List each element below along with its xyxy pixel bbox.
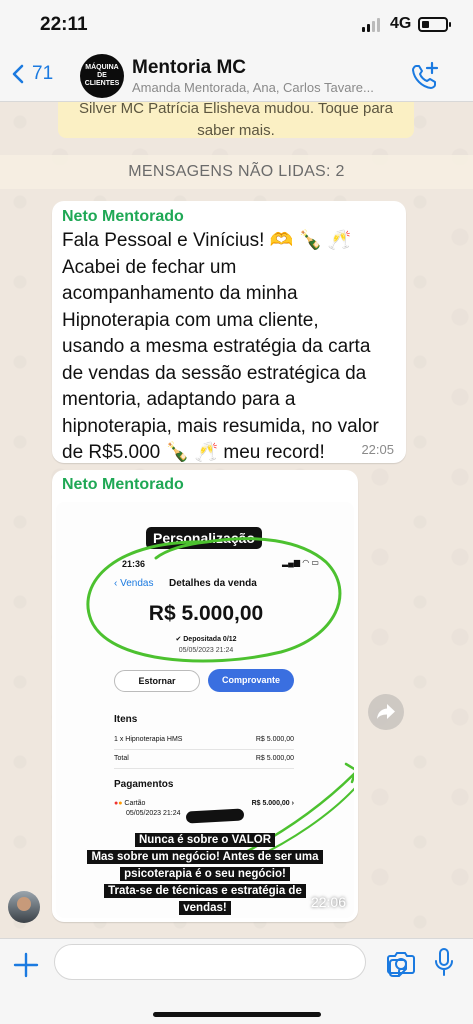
items-title: Itens bbox=[114, 714, 138, 725]
image-caption: Mas sobre um negócio! Antes de ser uma bbox=[56, 847, 354, 865]
sender-avatar[interactable] bbox=[8, 891, 40, 923]
image-caption: vendas! bbox=[56, 898, 354, 916]
signal-icon bbox=[362, 18, 380, 32]
chevron-left-icon bbox=[12, 64, 24, 84]
image-caption: Trata-se de técnicas e estratégia de bbox=[56, 881, 354, 899]
chat-title[interactable]: Mentoria MC bbox=[132, 57, 246, 79]
image-refund-button: Estornar bbox=[114, 670, 200, 692]
battery-icon bbox=[418, 17, 451, 32]
microphone-icon[interactable] bbox=[434, 947, 454, 977]
payment-row: ●● Cartão R$ 5.000,00 › bbox=[114, 800, 294, 807]
chat-members[interactable]: Amanda Mentorada, Ana, Carlos Tavare... bbox=[132, 80, 402, 95]
message-time: 22:06 bbox=[310, 894, 346, 910]
plus-icon[interactable] bbox=[12, 951, 40, 979]
total-row: Total R$ 5.000,00 bbox=[114, 755, 294, 762]
system-notice[interactable]: Silver MC Patrícia Elisheva mudou. Toque… bbox=[58, 102, 414, 138]
image-status-icons: ▂▄▆ ◠ ▭ bbox=[282, 558, 319, 567]
unread-count: 71 bbox=[32, 63, 54, 84]
shared-image[interactable]: Personalização 21:36 ▂▄▆ ◠ ▭ ‹ Vendas De… bbox=[56, 502, 354, 918]
image-message-bubble[interactable]: Neto Mentorado Personalização 21:36 ▂▄▆ … bbox=[52, 470, 358, 922]
sender-name[interactable]: Neto Mentorado bbox=[62, 208, 396, 226]
image-tag: Personalização bbox=[146, 527, 262, 549]
image-caption: Nunca é sobre o VALOR bbox=[56, 830, 354, 848]
sale-amount: R$ 5.000,00 bbox=[148, 602, 264, 625]
payment-date: 05/05/2023 21:24 bbox=[126, 810, 181, 817]
item-row: 1 x Hipnoterapia HMS R$ 5.000,00 bbox=[114, 736, 294, 743]
image-caption: psicoterapia é o seu negócio! bbox=[56, 864, 354, 882]
back-button[interactable]: 71 bbox=[12, 63, 53, 85]
message-time: 22:05 bbox=[361, 442, 394, 457]
network-label: 4G bbox=[390, 15, 412, 32]
sale-datetime: 05/05/2023 21:24 bbox=[178, 647, 234, 654]
forward-button[interactable] bbox=[368, 694, 404, 730]
chat-header: 71 MÁQUINA DE CLIENTES Mentoria MC Amand… bbox=[0, 50, 473, 102]
image-receipt-button: Comprovante bbox=[208, 669, 294, 692]
message-input[interactable] bbox=[54, 944, 407, 980]
group-avatar[interactable]: MÁQUINA DE CLIENTES bbox=[80, 54, 124, 98]
add-call-icon[interactable] bbox=[410, 61, 440, 91]
payments-title: Pagamentos bbox=[114, 779, 174, 790]
status-bar: 22:11 4G bbox=[0, 0, 473, 50]
image-phone-time: 21:36 bbox=[122, 559, 146, 569]
camera-icon[interactable] bbox=[387, 949, 415, 975]
unread-divider: MENSAGENS NÃO LIDAS: 2 bbox=[0, 155, 473, 189]
chat-area[interactable]: Silver MC Patrícia Elisheva mudou. Toque… bbox=[0, 102, 473, 938]
redaction-scribble bbox=[185, 808, 245, 824]
sender-name[interactable]: Neto Mentorado bbox=[56, 476, 354, 494]
message-bubble[interactable]: Neto Mentorado Fala Pessoal e Vinícius! … bbox=[52, 201, 406, 463]
image-title: Detalhes da venda bbox=[169, 578, 257, 589]
home-indicator bbox=[153, 1012, 321, 1017]
image-back-link: ‹ Vendas bbox=[114, 578, 154, 589]
divider bbox=[114, 749, 294, 750]
deposit-status: ✔ Depositada 0/12 bbox=[175, 636, 237, 643]
divider bbox=[114, 768, 294, 769]
input-bar bbox=[0, 938, 473, 1024]
clock: 22:11 bbox=[40, 14, 88, 35]
message-text: Fala Pessoal e Vinícius! 🫶 🍾 🥂 Acabei de… bbox=[62, 230, 379, 463]
forward-icon bbox=[377, 704, 395, 719]
